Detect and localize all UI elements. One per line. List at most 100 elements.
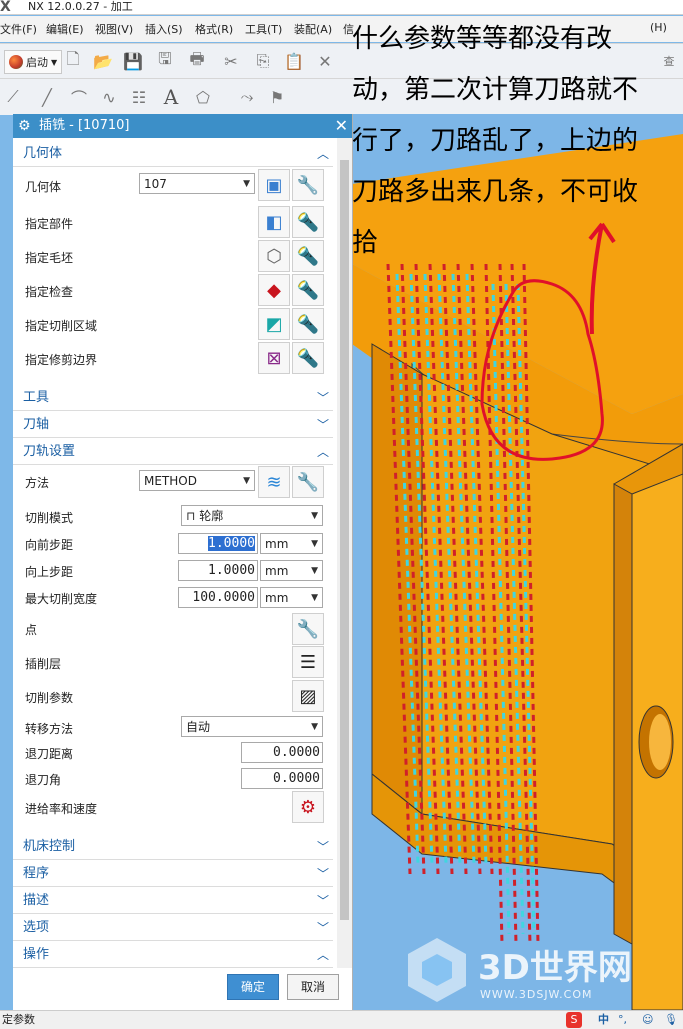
section-description[interactable]: 描述 ﹀ xyxy=(13,889,333,914)
paste-icon[interactable]: 📋 xyxy=(283,50,305,72)
point-button[interactable]: 🔧 xyxy=(292,613,324,645)
wrench-icon: 🔧 xyxy=(296,471,320,493)
menu-assembly[interactable]: 装配(A) xyxy=(294,21,332,37)
specify-check-button[interactable]: ◆ xyxy=(258,274,290,306)
transfer-method-select[interactable]: 自动 ▼ xyxy=(181,716,323,737)
chevron-down-icon: ﹀ xyxy=(316,867,329,881)
chevron-down-icon: ﹀ xyxy=(316,418,329,432)
watermark-brand: 3D世界网 xyxy=(478,948,632,988)
specify-trim-button[interactable]: ⊠ xyxy=(258,342,290,374)
display-part-button[interactable]: 🔦 xyxy=(292,206,324,238)
specify-cut-area-button[interactable]: ◩ xyxy=(258,308,290,340)
menu-insert[interactable]: 插入(S) xyxy=(145,21,183,37)
new-file-icon[interactable]: 🗋 xyxy=(62,49,84,72)
edit-geometry-button[interactable]: 🔧 xyxy=(292,169,324,201)
cut-mode-select[interactable]: ⊓ 轮廓 ▼ xyxy=(181,505,323,526)
cut-mode-label: 切削模式 xyxy=(25,511,74,525)
specify-blank-button[interactable]: ⬡ xyxy=(258,240,290,272)
transform-icon[interactable]: ⤳ xyxy=(236,86,258,108)
specify-part-button[interactable]: ◧ xyxy=(258,206,290,238)
max-width-value: 100.0000 xyxy=(192,590,255,605)
menu-view[interactable]: 视图(V) xyxy=(95,21,133,37)
menu-file[interactable]: 文件(F) xyxy=(0,21,37,37)
section-tool-axis[interactable]: 刀轴 ﹀ xyxy=(13,413,333,438)
geometry-value: 107 xyxy=(144,177,167,191)
method-icon: ≋ xyxy=(266,471,282,493)
close-icon[interactable]: ✕ xyxy=(335,114,348,138)
cancel-button[interactable]: 取消 xyxy=(287,974,339,1000)
open-file-icon[interactable]: 📂 xyxy=(92,50,114,72)
method-select[interactable]: METHOD ▼ xyxy=(139,470,255,491)
stepover-unit-select[interactable]: mm ▼ xyxy=(260,533,323,554)
max-width-unit-select[interactable]: mm ▼ xyxy=(260,587,323,608)
scrollbar-thumb[interactable] xyxy=(340,160,349,920)
transfer-method-value: 自动 xyxy=(186,720,211,734)
feeds-speeds-button[interactable]: ⚙ xyxy=(292,791,324,823)
ime-mode[interactable]: 中 xyxy=(598,1011,609,1029)
punctuation-icon[interactable]: °, xyxy=(618,1011,627,1029)
transfer-method-label: 转移方法 xyxy=(25,722,74,736)
line-icon[interactable]: ⟋ xyxy=(2,86,24,108)
dialog-body: 几何体 ︿ 几何体 107 ▼ ▣ 🔧 指定部件 ◧ 🔦 指定毛坯 ⬡ 🔦 指定… xyxy=(13,138,337,968)
plunge-levels-button[interactable]: ☰ xyxy=(292,646,324,678)
save-icon[interactable]: 💾 xyxy=(122,50,144,72)
ok-button[interactable]: 确定 xyxy=(227,974,279,1000)
section-title: 选项 xyxy=(23,920,50,935)
display-cut-area-button[interactable]: 🔦 xyxy=(292,308,324,340)
menu-format[interactable]: 格式(R) xyxy=(195,21,233,37)
delete-icon[interactable]: ✕ xyxy=(314,50,336,72)
section-actions[interactable]: 操作 ︿ xyxy=(13,943,333,968)
retract-distance-input[interactable]: 0.0000 xyxy=(241,742,323,763)
retract-angle-input[interactable]: 0.0000 xyxy=(241,768,323,789)
dialog-title: 插铣 - [10710] xyxy=(39,118,130,133)
chevron-down-icon: ▼ xyxy=(311,722,318,732)
cut-params-button[interactable]: ▨ xyxy=(292,680,324,712)
copy-icon[interactable]: ⎘ xyxy=(252,50,274,72)
move-icon[interactable]: ⚑ xyxy=(266,86,288,108)
stepup-input[interactable]: 1.0000 xyxy=(178,560,258,581)
stepup-unit-select[interactable]: mm ▼ xyxy=(260,560,323,581)
save-as-icon[interactable]: 🖫 xyxy=(154,49,176,72)
edit-method-button: 🔧 xyxy=(292,466,324,498)
section-machine-control[interactable]: 机床控制 ﹀ xyxy=(13,835,333,860)
chevron-up-icon: ︿ xyxy=(316,147,329,161)
dialog-scrollbar[interactable] xyxy=(337,138,352,968)
shape-icon[interactable]: ⬠ xyxy=(192,86,214,108)
section-options[interactable]: 选项 ﹀ xyxy=(13,916,333,941)
watermark: 3D世界网 WWW.3DSJW.COM xyxy=(400,932,680,1010)
arc-icon[interactable]: ⌒ xyxy=(68,86,90,108)
section-geometry[interactable]: 几何体 ︿ xyxy=(13,142,333,167)
section-tool[interactable]: 工具 ﹀ xyxy=(13,386,333,411)
new-geometry-button[interactable]: ▣ xyxy=(258,169,290,201)
emoji-icon[interactable]: ☺ xyxy=(642,1011,653,1029)
geometry-select[interactable]: 107 ▼ xyxy=(139,173,255,194)
stepup-label: 向上步距 xyxy=(25,565,74,579)
geometry-icon: ▣ xyxy=(265,174,283,196)
arc-line-icon[interactable]: ╱ xyxy=(36,86,58,108)
cut-icon[interactable]: ✂ xyxy=(220,50,242,72)
section-title: 操作 xyxy=(23,947,50,962)
ime-s-icon[interactable]: S xyxy=(566,1012,582,1028)
chevron-up-icon: ︿ xyxy=(316,948,329,962)
new-method-button[interactable]: ≋ xyxy=(258,466,290,498)
text-icon[interactable]: A xyxy=(160,85,182,109)
plunge-levels-label: 插削层 xyxy=(25,657,62,671)
spline-icon[interactable]: ∿ xyxy=(98,86,120,108)
display-check-button: 🔦 xyxy=(292,274,324,306)
pattern-icon[interactable]: ☷ xyxy=(128,86,150,108)
gear-icon: ⚙ xyxy=(18,118,31,134)
max-width-input[interactable]: 100.0000 xyxy=(178,587,258,608)
stepover-input[interactable]: 1.0000 xyxy=(178,533,258,554)
start-button[interactable]: 启动 ▼ xyxy=(4,50,63,74)
chevron-down-icon: ▼ xyxy=(243,476,250,486)
stepup-value: 1.0000 xyxy=(208,563,255,578)
menu-tools[interactable]: 工具(T) xyxy=(245,21,282,37)
dialog-titlebar[interactable]: ⚙ 插铣 - [10710] ✕ xyxy=(13,114,352,138)
unit-value: mm xyxy=(265,564,289,578)
menu-edit[interactable]: 编辑(E) xyxy=(46,21,84,37)
print-icon[interactable]: 🖶 xyxy=(186,49,208,72)
section-program[interactable]: 程序 ﹀ xyxy=(13,862,333,887)
title-bar: X NX 12.0.0.27 - 加工 xyxy=(0,0,683,15)
section-path-settings[interactable]: 刀轨设置 ︿ xyxy=(13,440,333,465)
microphone-icon[interactable]: 🎙 xyxy=(664,1011,678,1029)
